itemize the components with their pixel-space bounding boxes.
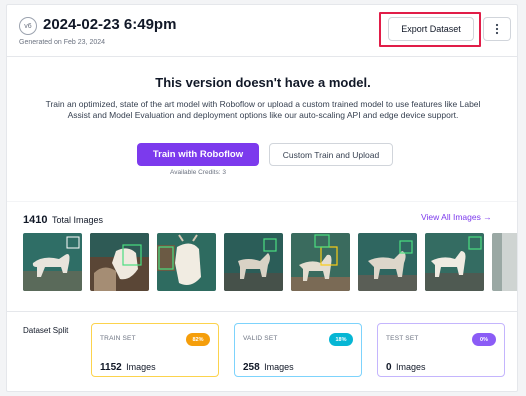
image-thumbnail[interactable] (291, 233, 350, 291)
available-credits: Available Credits: 3 (170, 169, 226, 176)
view-all-images-link[interactable]: View All Images → (421, 212, 492, 222)
dataset-split-section: Dataset Split TRAIN SET 82% 1152 Images … (7, 311, 517, 391)
test-set-card[interactable]: TEST SET 0% 0 Images (377, 323, 505, 377)
image-thumbnail[interactable] (358, 233, 417, 291)
image-thumbnail[interactable] (224, 233, 283, 291)
total-images-count: 1410 (23, 214, 48, 226)
no-model-description: Train an optimized, state of the art mod… (45, 99, 481, 120)
set-percentage-badge: 18% (329, 333, 353, 346)
total-images: 1410 Total Images (23, 210, 103, 228)
image-thumbnail[interactable] (23, 233, 82, 291)
set-count-number: 0 (386, 362, 392, 373)
set-count-unit: Images (126, 362, 156, 372)
set-count: 258 Images (243, 357, 294, 375)
train-with-roboflow-button[interactable]: Train with Roboflow (137, 143, 259, 166)
set-count: 1152 Images (100, 357, 156, 375)
set-count: 0 Images (386, 357, 426, 375)
set-count-unit: Images (264, 362, 294, 372)
version-header: v6 2024-02-23 6:49pm Generated on Feb 23… (7, 5, 517, 57)
image-thumbnail[interactable] (425, 233, 484, 291)
image-thumbnails (23, 233, 517, 293)
no-model-title: This version doesn't have a model. (155, 75, 371, 90)
more-options-button[interactable] (483, 17, 511, 41)
total-images-label: Total Images (51, 215, 103, 225)
set-name: TEST SET (386, 335, 419, 342)
version-card: v6 2024-02-23 6:49pm Generated on Feb 23… (6, 4, 518, 392)
set-count-unit: Images (396, 362, 426, 372)
set-percentage-badge: 0% (472, 333, 496, 346)
no-model-section: This version doesn't have a model. Train… (7, 57, 517, 197)
version-badge: v6 (19, 17, 37, 35)
set-name: VALID SET (243, 335, 278, 342)
dataset-split-label: Dataset Split (23, 326, 69, 335)
set-percentage-badge: 82% (186, 333, 210, 346)
image-thumbnail[interactable] (492, 233, 517, 291)
train-set-card[interactable]: TRAIN SET 82% 1152 Images (91, 323, 219, 377)
export-dataset-button[interactable]: Export Dataset (388, 17, 474, 41)
image-thumbnail[interactable] (90, 233, 149, 291)
generated-date: Generated on Feb 23, 2024 (19, 39, 106, 46)
custom-train-upload-button[interactable]: Custom Train and Upload (269, 143, 393, 166)
valid-set-card[interactable]: VALID SET 18% 258 Images (234, 323, 362, 377)
version-title: 2024-02-23 6:49pm (43, 16, 177, 33)
images-section: 1410 Total Images View All Images → (7, 201, 517, 311)
set-count-number: 1152 (100, 362, 122, 373)
set-name: TRAIN SET (100, 335, 136, 342)
vertical-ellipsis-icon (495, 23, 499, 35)
set-count-number: 258 (243, 362, 260, 373)
image-thumbnail[interactable] (157, 233, 216, 291)
